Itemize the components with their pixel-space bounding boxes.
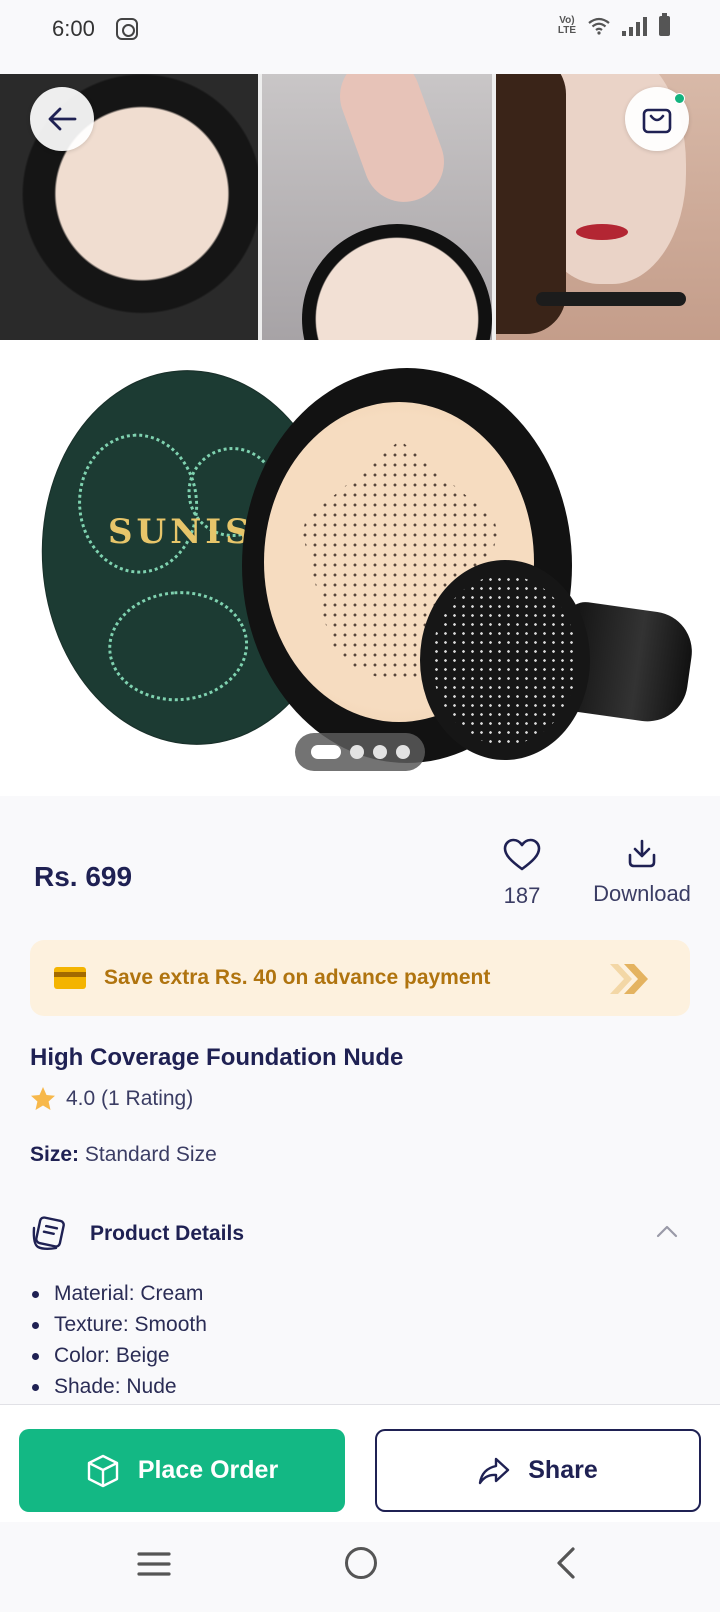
wishlist-count: 187 bbox=[503, 883, 541, 908]
offer-text: Save extra Rs. 40 on advance payment bbox=[104, 966, 491, 989]
download-icon bbox=[628, 839, 656, 868]
arrow-left-icon bbox=[48, 107, 77, 131]
download-button[interactable]: Download bbox=[582, 838, 702, 907]
chevron-up-icon[interactable] bbox=[656, 1224, 678, 1238]
product-details-list: Material: Cream Texture: Smooth Color: B… bbox=[30, 1278, 207, 1402]
status-indicators: Vo) LTE bbox=[557, 13, 670, 36]
volte-icon: Vo) LTE bbox=[557, 15, 576, 36]
product-collage-image bbox=[0, 74, 720, 340]
instagram-notification-icon bbox=[116, 18, 138, 40]
size-label: Size: bbox=[30, 1143, 80, 1166]
carousel-dot[interactable] bbox=[349, 745, 364, 759]
share-label: Share bbox=[528, 1456, 598, 1484]
bottom-action-bar: Place Order Share bbox=[0, 1404, 720, 1522]
list-item: Material: Cream bbox=[30, 1278, 207, 1309]
place-order-label: Place Order bbox=[137, 1456, 279, 1484]
product-title: High Coverage Foundation Nude bbox=[30, 1044, 404, 1071]
advance-payment-offer-banner[interactable]: Save extra Rs. 40 on advance payment bbox=[30, 940, 690, 1016]
share-button[interactable]: Share bbox=[375, 1429, 701, 1512]
product-details-header[interactable]: Product Details bbox=[30, 1212, 690, 1256]
wishlist-button[interactable]: 187 bbox=[492, 838, 552, 909]
home-icon[interactable] bbox=[345, 1547, 377, 1579]
back-nav-icon[interactable] bbox=[555, 1546, 577, 1580]
place-order-button[interactable]: Place Order bbox=[19, 1429, 345, 1512]
size-value: Standard Size bbox=[84, 1143, 217, 1166]
cart-button[interactable] bbox=[625, 87, 689, 151]
star-icon bbox=[31, 1087, 55, 1110]
cushion-compact-image: SUNIS bbox=[0, 340, 720, 796]
system-navigation-bar bbox=[0, 1522, 720, 1612]
product-details-icon bbox=[32, 1216, 65, 1250]
product-details-title: Product Details bbox=[90, 1222, 245, 1245]
battery-icon bbox=[659, 13, 670, 36]
list-item: Color: Beige bbox=[30, 1340, 207, 1371]
shopping-bag-icon bbox=[642, 108, 672, 134]
carousel-dot[interactable] bbox=[395, 745, 410, 759]
lid-brand-text: SUNIS bbox=[108, 512, 254, 552]
download-label: Download bbox=[593, 881, 691, 906]
recent-apps-icon[interactable] bbox=[137, 1550, 171, 1578]
product-size: Size: Standard Size bbox=[30, 1143, 217, 1167]
cart-badge bbox=[674, 93, 685, 104]
product-price: Rs. 699 bbox=[34, 861, 133, 892]
carousel-dot-active[interactable] bbox=[310, 745, 341, 759]
carousel-dot[interactable] bbox=[372, 745, 387, 759]
status-bar: 6:00 Vo) LTE bbox=[0, 0, 720, 74]
rating-text: 4.0 (1 Rating) bbox=[66, 1087, 194, 1110]
product-image-gallery[interactable]: SUNIS bbox=[0, 74, 720, 796]
heart-icon bbox=[503, 838, 541, 871]
list-item: Texture: Smooth bbox=[30, 1309, 207, 1340]
box-icon bbox=[87, 1454, 119, 1487]
signal-icon bbox=[622, 16, 647, 36]
wifi-icon bbox=[588, 17, 610, 35]
back-button[interactable] bbox=[30, 87, 94, 151]
status-time: 6:00 bbox=[52, 16, 95, 41]
product-rating[interactable]: 4.0 (1 Rating) bbox=[30, 1086, 193, 1112]
share-icon bbox=[479, 1457, 510, 1484]
credit-card-icon bbox=[54, 967, 86, 989]
list-item: Shade: Nude bbox=[30, 1371, 207, 1402]
double-chevron-right-icon bbox=[610, 964, 648, 994]
finger-application-image bbox=[262, 74, 492, 340]
carousel-indicator bbox=[295, 733, 425, 771]
